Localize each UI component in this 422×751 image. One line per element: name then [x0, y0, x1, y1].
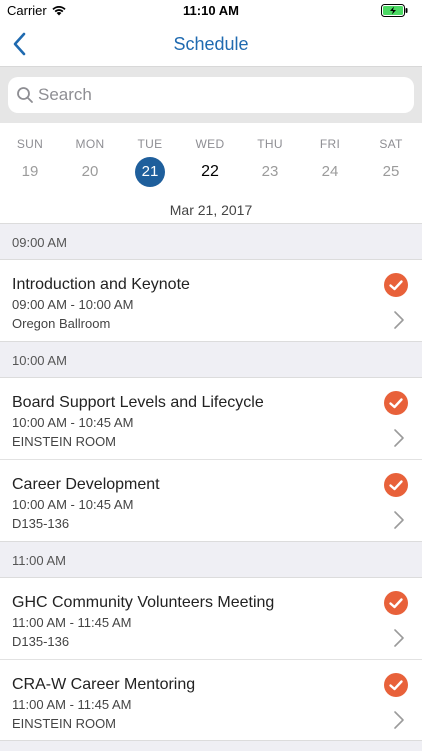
session-room: EINSTEIN ROOM — [12, 716, 117, 731]
session-time: 10:00 AM - 10:45 AM — [12, 497, 134, 512]
day-name: MON — [75, 137, 105, 151]
session-room: D135-136 — [12, 516, 70, 531]
session-row[interactable]: CRA-W Career Mentoring 11:00 AM - 11:45 … — [0, 660, 422, 741]
day-number: 24 — [321, 163, 339, 180]
chevron-right-icon — [393, 428, 405, 453]
day-number: 21 — [141, 163, 159, 180]
week-day-picker: SUN 19 MON 20 TUE 21 WED 22 THU 23 FRI 2… — [0, 130, 422, 190]
checkmark-icon[interactable] — [384, 473, 408, 497]
status-time: 11:10 AM — [183, 3, 239, 18]
day-tue-selected[interactable]: TUE 21 — [120, 130, 180, 190]
checkmark-icon[interactable] — [384, 673, 408, 697]
chevron-right-icon — [393, 310, 405, 335]
day-number: 23 — [261, 163, 279, 180]
session-room: EINSTEIN ROOM — [12, 434, 117, 449]
section-header: 09:00 AM — [0, 223, 422, 260]
search-box[interactable] — [8, 77, 414, 113]
day-name: SUN — [16, 137, 44, 151]
search-icon — [16, 86, 34, 109]
day-wed[interactable]: WED 22 — [180, 130, 240, 190]
session-time: 09:00 AM - 10:00 AM — [12, 297, 134, 312]
session-row[interactable]: Career Development 10:00 AM - 10:45 AM D… — [0, 460, 422, 541]
checkmark-icon[interactable] — [384, 273, 408, 297]
checkmark-icon[interactable] — [384, 591, 408, 615]
day-number: 19 — [21, 163, 39, 180]
day-name: TUE — [137, 137, 163, 151]
day-number: 22 — [201, 163, 219, 180]
day-name: THU — [257, 137, 283, 151]
day-name: FRI — [319, 137, 341, 151]
session-time: 11:00 AM - 11:45 AM — [12, 697, 132, 712]
session-room: D135-136 — [12, 634, 70, 649]
session-row[interactable]: Introduction and Keynote 09:00 AM - 10:0… — [0, 260, 422, 341]
selected-date-label: Mar 21, 2017 — [169, 202, 253, 218]
session-row[interactable]: Board Support Levels and Lifecycle 10:00… — [0, 378, 422, 460]
battery-charging-icon — [381, 4, 409, 22]
page-title: Schedule — [173, 34, 249, 54]
schedule-list: 09:00 AM Introduction and Keynote 09:00 … — [0, 223, 422, 741]
session-title: Introduction and Keynote — [12, 276, 190, 293]
chevron-right-icon — [393, 628, 405, 653]
status-bar: Carrier 11:10 AM — [0, 0, 422, 22]
chevron-right-icon — [393, 710, 405, 735]
section-header: 11:00 AM — [0, 541, 422, 578]
day-number: 25 — [382, 163, 400, 180]
session-row[interactable]: GHC Community Volunteers Meeting 11:00 A… — [0, 578, 422, 660]
day-thu[interactable]: THU 23 — [240, 130, 300, 190]
search-input[interactable] — [38, 77, 408, 113]
day-number: 20 — [81, 163, 99, 180]
day-fri[interactable]: FRI 24 — [300, 130, 360, 190]
section-header-partial — [0, 740, 422, 751]
selected-day-indicator: 21 — [135, 157, 165, 187]
session-title: Career Development — [12, 476, 160, 493]
checkmark-icon[interactable] — [384, 391, 408, 415]
section-header-label: 10:00 AM — [12, 353, 67, 368]
day-sun[interactable]: SUN 19 — [0, 130, 60, 190]
section-header: 10:00 AM — [0, 341, 422, 378]
navigation-bar: Schedule — [0, 22, 422, 66]
session-time: 10:00 AM - 10:45 AM — [12, 415, 134, 430]
day-name: SAT — [379, 137, 403, 151]
day-mon[interactable]: MON 20 — [60, 130, 120, 190]
session-room: Oregon Ballroom — [12, 316, 111, 331]
session-title: Board Support Levels and Lifecycle — [12, 394, 264, 411]
session-title: CRA-W Career Mentoring — [12, 676, 196, 693]
day-name: WED — [195, 137, 225, 151]
day-sat[interactable]: SAT 25 — [361, 130, 421, 190]
session-time: 11:00 AM - 11:45 AM — [12, 615, 132, 630]
session-title: GHC Community Volunteers Meeting — [12, 594, 275, 611]
chevron-right-icon — [393, 510, 405, 535]
section-header-label: 11:00 AM — [12, 553, 66, 568]
section-header-label: 09:00 AM — [12, 235, 67, 250]
search-bar — [0, 66, 422, 123]
